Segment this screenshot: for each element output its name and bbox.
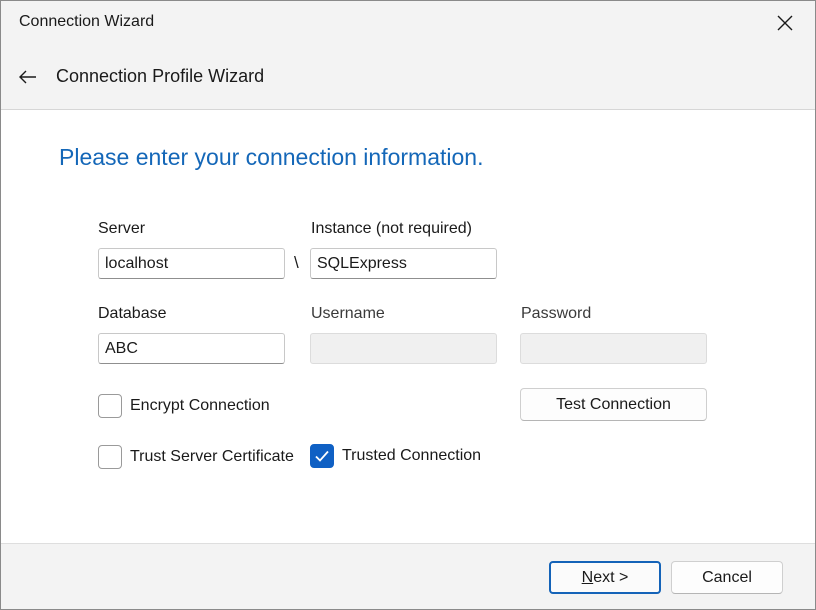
nav-bar: Connection Profile Wizard	[1, 45, 815, 110]
server-instance-separator: \	[294, 253, 299, 272]
encrypt-connection-label[interactable]: Encrypt Connection	[130, 397, 270, 415]
test-connection-label: Test Connection	[556, 395, 671, 413]
trusted-connection-checkbox[interactable]	[310, 444, 334, 468]
page-title: Connection Profile Wizard	[56, 66, 265, 86]
database-label: Database	[98, 305, 167, 322]
password-label: Password	[521, 305, 592, 322]
cancel-button-label: Cancel	[702, 568, 752, 586]
footer-bar: Next > Cancel	[1, 543, 815, 609]
server-input[interactable]	[98, 248, 285, 279]
trust-server-certificate-label[interactable]: Trust Server Certificate	[130, 448, 294, 466]
password-input[interactable]	[520, 333, 707, 364]
title-bar: Connection Wizard	[1, 1, 815, 45]
instance-label: Instance (not required)	[311, 220, 472, 237]
username-input[interactable]	[310, 333, 497, 364]
close-button[interactable]	[765, 7, 805, 39]
back-arrow-icon	[19, 70, 36, 84]
next-button-label: Next >	[581, 568, 629, 586]
checkmark-icon	[315, 450, 329, 462]
username-label: Username	[311, 305, 385, 322]
back-button[interactable]	[13, 63, 43, 91]
close-icon	[777, 15, 793, 31]
server-label: Server	[98, 220, 146, 237]
connection-wizard-window: Connection Wizard Connection Profile Wiz…	[0, 0, 816, 610]
encrypt-connection-checkbox[interactable]	[98, 394, 122, 418]
next-button[interactable]: Next >	[549, 561, 661, 594]
instance-input[interactable]	[310, 248, 497, 279]
test-connection-button[interactable]: Test Connection	[520, 388, 707, 421]
cancel-button[interactable]: Cancel	[671, 561, 783, 594]
database-input[interactable]	[98, 333, 285, 364]
window-title: Connection Wizard	[19, 13, 155, 30]
form-heading: Please enter your connection information…	[59, 144, 484, 170]
trust-server-certificate-checkbox[interactable]	[98, 445, 122, 469]
trusted-connection-label[interactable]: Trusted Connection	[342, 447, 481, 465]
